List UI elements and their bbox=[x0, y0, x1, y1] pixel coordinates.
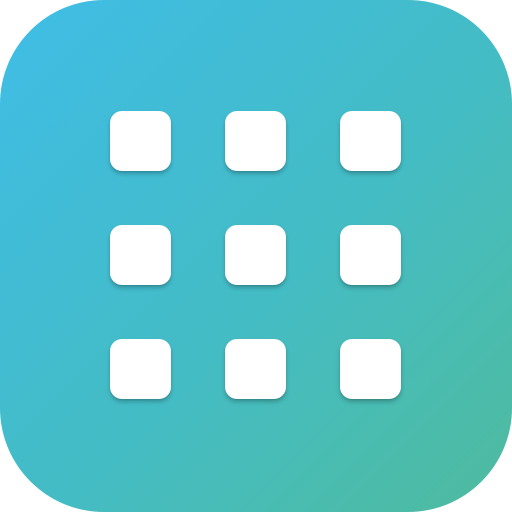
grid-tile-4 bbox=[110, 225, 171, 285]
app-grid-icon[interactable] bbox=[0, 0, 512, 512]
tile-grid bbox=[110, 111, 401, 401]
grid-tile-9 bbox=[340, 339, 401, 399]
grid-tile-5 bbox=[225, 225, 286, 285]
grid-tile-7 bbox=[110, 339, 171, 399]
grid-tile-3 bbox=[340, 111, 401, 171]
grid-tile-8 bbox=[225, 339, 286, 399]
grid-tile-2 bbox=[225, 111, 286, 171]
grid-tile-6 bbox=[340, 225, 401, 285]
grid-tile-1 bbox=[110, 111, 171, 171]
